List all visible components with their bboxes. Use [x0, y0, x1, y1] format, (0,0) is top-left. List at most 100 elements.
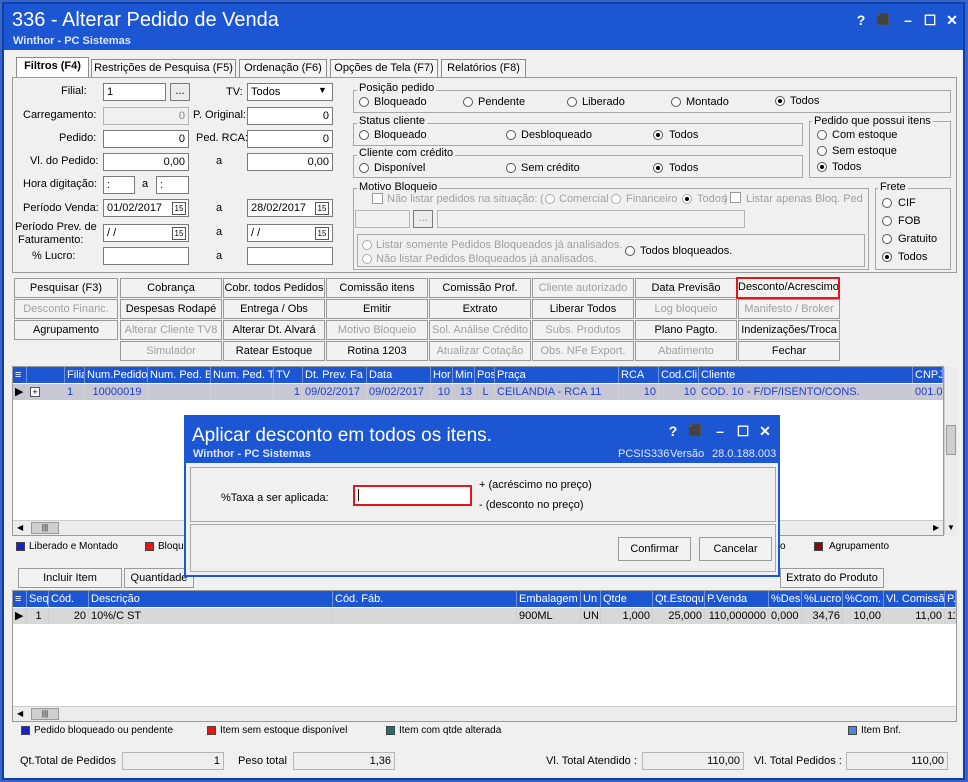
- grid-menu-icon[interactable]: ≡: [13, 367, 27, 383]
- entrega-obs-button[interactable]: Entrega / Obs: [223, 299, 325, 319]
- incluir-item-button[interactable]: Incluir Item: [18, 568, 122, 588]
- obs-nfe-button[interactable]: Obs. NFe Export.: [532, 341, 634, 361]
- sol-analise-button[interactable]: Sol. Análise Crédito: [429, 320, 531, 340]
- comissao-prof-button[interactable]: Comissão Prof.: [429, 278, 531, 298]
- simulador-button[interactable]: Simulador: [120, 341, 222, 361]
- help-icon[interactable]: ?: [852, 11, 870, 29]
- close-icon[interactable]: ✕: [756, 422, 774, 440]
- edit-icon[interactable]: ⬛: [686, 422, 704, 440]
- column-header[interactable]: Embalagem: [517, 591, 581, 607]
- radio-status-bloqueado[interactable]: [359, 130, 369, 140]
- scroll-left-icon[interactable]: ◀: [17, 523, 23, 532]
- pedido-input[interactable]: 0: [103, 130, 189, 148]
- help-icon[interactable]: ?: [664, 422, 682, 440]
- motivo-lookup-button[interactable]: ...: [413, 210, 433, 228]
- cobr-todos-button[interactable]: Cobr. todos Pedidos: [223, 278, 325, 298]
- confirmar-button[interactable]: Confirmar: [618, 537, 691, 561]
- minimize-icon[interactable]: –: [711, 422, 729, 440]
- motivo-bloqueio-button[interactable]: Motivo Bloqueio: [326, 320, 428, 340]
- close-icon[interactable]: ✕: [943, 11, 961, 29]
- vl-pedido-from-input[interactable]: 0,00: [103, 153, 189, 171]
- radio-status-todos[interactable]: [653, 130, 663, 140]
- radio-frete-gratuito[interactable]: [882, 234, 892, 244]
- column-header[interactable]: Vl. Comissão: [884, 591, 945, 607]
- radio-motivo-financeiro[interactable]: [611, 194, 621, 204]
- tab-relatorios[interactable]: Relatórios (F8): [441, 59, 526, 77]
- pesquisar-button[interactable]: Pesquisar (F3): [14, 278, 118, 298]
- alterar-alvara-button[interactable]: Alterar Dt. Alvará: [223, 320, 325, 340]
- alterar-cliente-button[interactable]: Alterar Cliente TV8: [120, 320, 222, 340]
- column-header[interactable]: Praça: [495, 367, 619, 383]
- column-header[interactable]: Hor: [431, 367, 453, 383]
- tab-restricoes[interactable]: Restrições de Pesquisa (F5): [91, 59, 236, 77]
- scroll-left-icon[interactable]: ◀: [17, 709, 23, 718]
- maximize-icon[interactable]: ☐: [921, 11, 939, 29]
- column-header[interactable]: Cod.Cli: [659, 367, 699, 383]
- hora-from-input[interactable]: :: [103, 176, 135, 194]
- table-row[interactable]: ▶ 1 20 10%/C ST 900ML UN 1,000 25,000 11…: [13, 608, 956, 624]
- comissao-itens-button[interactable]: Comissão itens: [326, 278, 428, 298]
- radio-posicao-liberado[interactable]: [567, 97, 577, 107]
- radio-itens-com-estoque[interactable]: [817, 130, 827, 140]
- minimize-icon[interactable]: –: [899, 11, 917, 29]
- nao-listar-checkbox[interactable]: [372, 193, 383, 204]
- taxa-input[interactable]: [353, 485, 472, 506]
- radio-nao-listar-analisados[interactable]: [362, 254, 372, 264]
- data-previsao-button[interactable]: Data Previsão: [635, 278, 737, 298]
- column-header[interactable]: P.: [945, 591, 956, 607]
- radio-itens-sem-estoque[interactable]: [817, 146, 827, 156]
- radio-posicao-pendente[interactable]: [463, 97, 473, 107]
- grid-menu-icon[interactable]: ≡: [13, 591, 27, 607]
- column-header[interactable]: Min: [453, 367, 475, 383]
- column-header[interactable]: Pos: [475, 367, 495, 383]
- radio-credito-todos[interactable]: [653, 163, 663, 173]
- liberar-todos-button[interactable]: Liberar Todos: [532, 299, 634, 319]
- column-header[interactable]: Cód.: [49, 591, 89, 607]
- indenizacoes-button[interactable]: Indenizações/Troca: [738, 320, 840, 340]
- column-header[interactable]: %Lucro: [802, 591, 843, 607]
- radio-motivo-comercial[interactable]: [545, 194, 555, 204]
- plano-pagto-button[interactable]: Plano Pagto.: [635, 320, 737, 340]
- column-header[interactable]: Num.Pedido: [85, 367, 148, 383]
- column-header[interactable]: [27, 367, 65, 383]
- column-header[interactable]: CNPJ: [913, 367, 943, 383]
- subs-produtos-button[interactable]: Subs. Produtos: [532, 320, 634, 340]
- column-header[interactable]: Filia: [65, 367, 85, 383]
- log-bloqueio-button[interactable]: Log bloqueio: [635, 299, 737, 319]
- emitir-button[interactable]: Emitir: [326, 299, 428, 319]
- tab-opcoes-tela[interactable]: Opções de Tela (F7): [330, 59, 438, 77]
- maximize-icon[interactable]: ☐: [734, 422, 752, 440]
- extrato-produto-button[interactable]: Extrato do Produto: [780, 568, 884, 588]
- scroll-thumb[interactable]: |||: [31, 708, 59, 720]
- tab-ordenacao[interactable]: Ordenação (F6): [239, 59, 327, 77]
- cobranca-button[interactable]: Cobrança: [120, 278, 222, 298]
- motivo-code-input[interactable]: [355, 210, 410, 228]
- desconto-acrescimo-button[interactable]: Desconto/Acrescimo: [736, 277, 840, 299]
- motivo-desc-input[interactable]: [437, 210, 745, 228]
- lucro-to-input[interactable]: [247, 247, 333, 265]
- fechar-button[interactable]: Fechar: [738, 341, 840, 361]
- cliente-autorizado-button[interactable]: Cliente autorizado: [532, 278, 634, 298]
- extrato-button[interactable]: Extrato: [429, 299, 531, 319]
- table-row[interactable]: ▶ + 1 10000019 1 09/02/2017 09/02/2017 1…: [13, 384, 943, 400]
- column-header[interactable]: Cliente: [699, 367, 913, 383]
- column-header[interactable]: Data: [367, 367, 431, 383]
- column-header[interactable]: Dt. Prev. Fa: [303, 367, 367, 383]
- ratear-estoque-button[interactable]: Ratear Estoque: [223, 341, 325, 361]
- calendar-icon[interactable]: 15: [315, 202, 329, 215]
- calendar-icon[interactable]: 15: [315, 227, 329, 240]
- p-original-input[interactable]: 0: [247, 107, 333, 125]
- column-header[interactable]: Num. Ped. T: [211, 367, 274, 383]
- calendar-icon[interactable]: 15: [172, 202, 186, 215]
- radio-credito-disponivel[interactable]: [359, 163, 369, 173]
- radio-posicao-montado[interactable]: [671, 97, 681, 107]
- scroll-thumb[interactable]: [946, 425, 956, 455]
- column-header[interactable]: Seq: [27, 591, 49, 607]
- chevron-down-icon[interactable]: ▼: [318, 85, 327, 95]
- tab-filtros[interactable]: Filtros (F4): [16, 57, 89, 78]
- ped-rca-input[interactable]: 0: [247, 130, 333, 148]
- radio-status-desbloqueado[interactable]: [506, 130, 516, 140]
- horizontal-scrollbar[interactable]: ◀ |||: [13, 706, 956, 721]
- agrupamento-button[interactable]: Agrupamento: [14, 320, 118, 340]
- radio-frete-cif[interactable]: [882, 198, 892, 208]
